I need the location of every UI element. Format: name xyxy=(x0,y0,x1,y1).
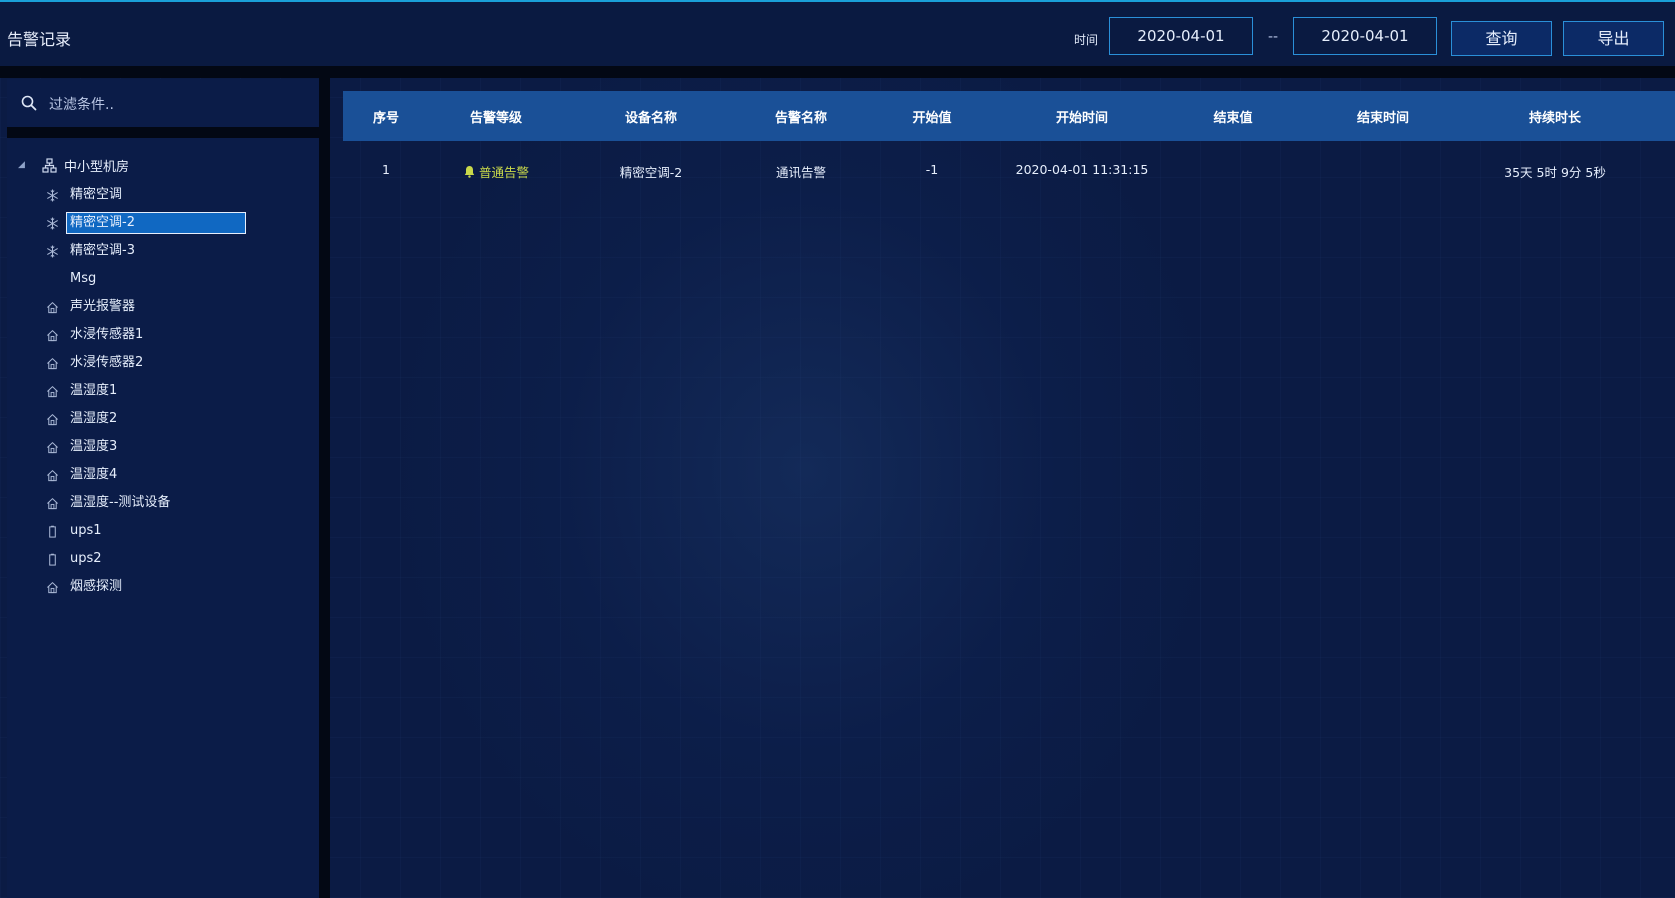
col-duration-header[interactable]: 持续时长 xyxy=(1529,107,1581,126)
house-icon xyxy=(45,412,59,426)
tree-item[interactable]: ups1 xyxy=(7,517,245,545)
tree-item-label: ups1 xyxy=(70,523,102,538)
col-device-name-cell: 精密空调-2 xyxy=(619,165,683,180)
col-device-name-header[interactable]: 设备名称 xyxy=(625,107,677,126)
tree-item[interactable]: 声光报警器 xyxy=(7,293,245,321)
col-alarm-name-cell: 通讯告警 xyxy=(775,165,827,180)
tree-item-label: 精密空调 xyxy=(70,187,123,202)
battery-icon xyxy=(45,524,59,538)
house-icon xyxy=(45,440,59,454)
house-icon xyxy=(45,300,59,314)
start-date-input[interactable]: 2020-04-01 xyxy=(1109,17,1253,55)
tree-item[interactable]: 水浸传感器2 xyxy=(7,349,245,377)
filter-input[interactable]: 过滤条件.. xyxy=(49,94,114,114)
tree-item[interactable]: 温湿度3 xyxy=(7,433,245,461)
col-start-time-header[interactable]: 开始时间 xyxy=(1056,107,1108,126)
snowflake-icon xyxy=(45,216,59,230)
tree-item-label: 温湿度4 xyxy=(70,467,118,482)
tree-item-label: ups2 xyxy=(70,551,102,566)
table-row[interactable]: 1 普通告警 精密空调-2 通讯告警 -1 2020-04-01 11:31:15 35天 … xyxy=(343,141,1675,199)
tree-item[interactable]: Msg xyxy=(7,265,245,293)
tree-item[interactable]: 精密空调 xyxy=(7,181,245,209)
tree-item[interactable]: 温湿度4 xyxy=(7,461,245,489)
tree-item[interactable]: 精密空调-3 xyxy=(7,237,245,265)
time-label: 时间 xyxy=(1074,33,1099,47)
snowflake-icon xyxy=(45,244,59,258)
header-gap xyxy=(0,66,1675,78)
battery-icon xyxy=(45,552,59,566)
bell-icon xyxy=(464,166,475,178)
col-start-value-header[interactable]: 开始值 xyxy=(912,107,951,126)
end-date-input[interactable]: 2020-04-01 xyxy=(1293,17,1437,55)
house-icon xyxy=(45,468,59,482)
col-duration-cell: 35天 5时 9分 5秒 xyxy=(1504,165,1606,180)
house-icon xyxy=(45,328,59,342)
col-alarm-level-header[interactable]: 告警等级 xyxy=(470,107,522,126)
tree-item-label: 精密空调-3 xyxy=(70,243,135,258)
filter-box[interactable]: 过滤条件.. xyxy=(7,79,319,127)
col-alarm-name-header[interactable]: 告警名称 xyxy=(775,107,827,126)
filter-gap xyxy=(7,127,319,138)
snowflake-icon xyxy=(45,188,59,202)
tree-item[interactable]: 烟感探测 xyxy=(7,573,245,601)
house-icon xyxy=(45,496,59,510)
panel-divider xyxy=(319,78,330,898)
search-icon xyxy=(21,95,37,111)
tree-root-label: 中小型机房 xyxy=(64,159,130,175)
tree-item-label: 温湿度2 xyxy=(70,411,118,426)
col-alarm-level-cell: 普通告警 xyxy=(463,162,529,181)
col-index-header[interactable]: 序号 xyxy=(373,107,399,126)
col-index-cell: 1 xyxy=(382,162,390,177)
tree-item[interactable]: 温湿度2 xyxy=(7,405,245,433)
empty-icon-slot xyxy=(45,272,59,286)
export-button[interactable]: 导出 xyxy=(1563,21,1664,56)
query-button[interactable]: 查询 xyxy=(1451,21,1552,56)
tree-item[interactable]: 水浸传感器1 xyxy=(7,321,245,349)
col-start-time-cell: 2020-04-01 11:31:15 xyxy=(1015,162,1149,177)
house-icon xyxy=(45,356,59,370)
tree-item[interactable]: ups2 xyxy=(7,545,245,573)
tree-item[interactable]: 温湿度1 xyxy=(7,377,245,405)
col-end-time-header[interactable]: 结束时间 xyxy=(1357,107,1409,126)
tree-item-label: 温湿度3 xyxy=(70,439,118,454)
tree-item[interactable]: 温湿度--测试设备 xyxy=(7,489,245,517)
tree-item-label: 声光报警器 xyxy=(70,299,136,314)
app-root: 告警记录 时间 2020-04-01 -- 2020-04-01 查询 导出 过… xyxy=(0,0,1675,898)
top-bar: 告警记录 时间 2020-04-01 -- 2020-04-01 查询 导出 xyxy=(0,0,1675,66)
device-tree: ◢ 中小型机房 精密空调精密空调-2 精密空调-3 Msg 声光报警器水浸传感器1 水浸… xyxy=(7,138,319,898)
tree-item-label: Msg xyxy=(70,271,97,286)
tree-list: 精密空调精密空调-2 精密空调-3 Msg 声光报警器水浸传感器1 水浸传感器2 温湿度1… xyxy=(7,181,246,601)
tree-item-label: 水浸传感器1 xyxy=(70,327,144,342)
tree-item-label: 水浸传感器2 xyxy=(70,355,144,370)
date-separator: -- xyxy=(1268,29,1279,45)
col-start-value-cell: -1 xyxy=(925,162,939,177)
house-icon xyxy=(45,384,59,398)
house-icon xyxy=(45,580,59,594)
collapse-caret-icon[interactable]: ◢ xyxy=(18,160,28,170)
org-chart-icon xyxy=(42,157,57,173)
tree-item-label: 温湿度--测试设备 xyxy=(70,495,171,510)
tree-root[interactable]: ◢ 中小型机房 xyxy=(18,155,129,175)
table-header: 序号 告警等级 设备名称 告警名称 开始值 开始时间 结束值 结束时间 持续时长 xyxy=(343,91,1675,141)
alarm-level-text: 普通告警 xyxy=(478,165,530,180)
page-title: 告警记录 xyxy=(7,30,72,49)
col-end-value-header[interactable]: 结束值 xyxy=(1213,107,1252,126)
tree-item-label: 烟感探测 xyxy=(70,579,123,594)
tree-item-label: 温湿度1 xyxy=(70,383,118,398)
tree-item[interactable]: 精密空调-2 xyxy=(7,209,246,237)
tree-item-label: 精密空调-2 xyxy=(66,212,246,234)
